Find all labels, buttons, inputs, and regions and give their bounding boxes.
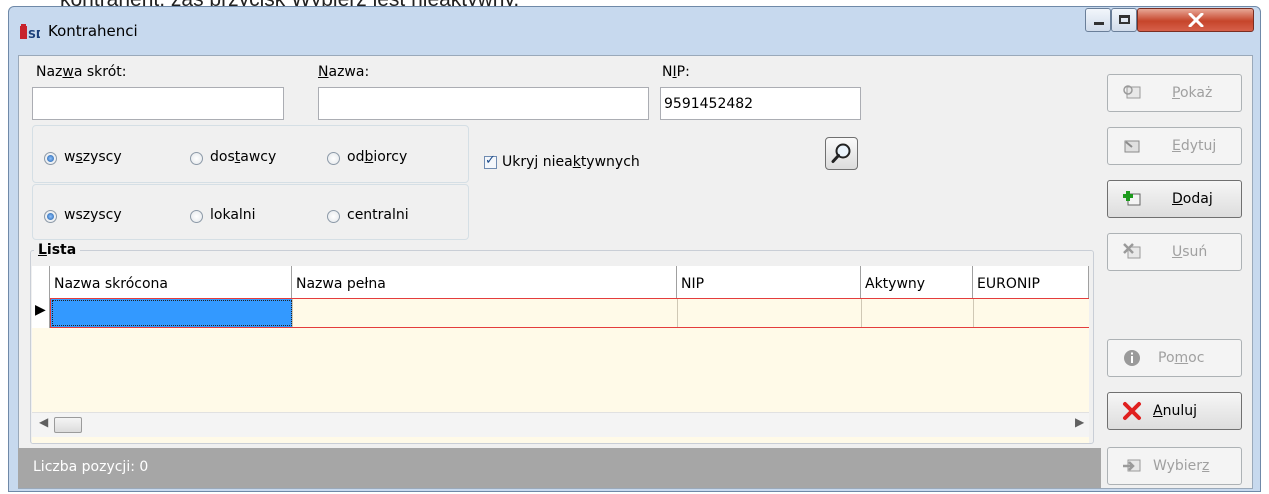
radio-type-suppliers[interactable]	[190, 152, 203, 165]
radio-scope-local[interactable]	[190, 210, 203, 223]
edytuj-button[interactable]: Edytuj	[1107, 127, 1242, 165]
column-header-nazwa-pelna[interactable]: Nazwa pełna	[292, 266, 677, 298]
pokaz-label: Pokaż	[1172, 85, 1213, 101]
delete-card-icon	[1123, 243, 1141, 259]
nazwa-input[interactable]	[318, 87, 649, 120]
window-title: Kontrahenci	[48, 22, 138, 40]
radio-type-all-label[interactable]: wszyscy	[64, 149, 122, 165]
table-cell-nazwa-pelna[interactable]	[293, 299, 678, 327]
column-header-aktywny[interactable]: Aktywny	[861, 266, 973, 298]
radio-scope-all-label[interactable]: wszyscy	[64, 207, 122, 223]
search-button[interactable]	[825, 137, 858, 170]
edit-card-icon	[1124, 140, 1140, 153]
close-icon	[1188, 13, 1204, 27]
dodaj-button[interactable]: Dodaj	[1107, 180, 1242, 218]
info-icon	[1124, 350, 1140, 366]
table-cell-euronip[interactable]	[974, 299, 1089, 327]
hide-inactive-checkbox[interactable]: ✓	[484, 153, 497, 169]
pomoc-button[interactable]: Pomoc	[1107, 339, 1242, 377]
lista-legend: Lista	[34, 242, 81, 258]
table-cell-nazwa-skrocona[interactable]	[51, 299, 293, 327]
app-logo-icon: SD	[20, 24, 40, 41]
radio-type-suppliers-label[interactable]: dostawcy	[210, 149, 276, 165]
add-card-icon	[1123, 191, 1141, 206]
anuluj-button[interactable]: Anuluj	[1107, 392, 1242, 430]
nazwa-skrot-label: Nazwa skrót:	[36, 64, 127, 80]
pomoc-label: Pomoc	[1158, 350, 1205, 366]
minimize-icon	[1094, 22, 1104, 25]
edytuj-label: Edytuj	[1172, 138, 1217, 154]
column-header-nazwa-skrocona[interactable]: Nazwa skrócona	[50, 266, 292, 298]
radio-type-recipients-label[interactable]: odbiorcy	[347, 149, 407, 165]
minimize-button[interactable]	[1085, 8, 1111, 32]
maximize-icon	[1119, 15, 1130, 24]
grid-header: Nazwa skrócona Nazwa pełna NIP Aktywny E…	[32, 266, 1089, 299]
row-indicator[interactable]: ▶	[32, 298, 50, 328]
usun-button[interactable]: Usuń	[1107, 233, 1242, 271]
magnifier-icon	[831, 143, 851, 163]
nip-label: NIP:	[662, 64, 690, 80]
anuluj-label: Anuluj	[1153, 403, 1197, 419]
table-cell-aktywny[interactable]	[862, 299, 974, 327]
show-card-icon	[1123, 85, 1141, 99]
table-cell-nip[interactable]	[678, 299, 862, 327]
horizontal-scrollbar[interactable]: ◀ ▶	[32, 412, 1089, 437]
scroll-left-icon[interactable]: ◀	[39, 415, 48, 429]
nazwa-label: Nazwa:	[318, 64, 370, 80]
wybierz-label: Wybierz	[1153, 458, 1210, 474]
dodaj-label: Dodaj	[1172, 191, 1213, 207]
close-button[interactable]	[1137, 8, 1254, 32]
cancel-x-icon	[1123, 402, 1141, 420]
table-row[interactable]	[50, 298, 1089, 328]
wybierz-button[interactable]: Wybierz	[1107, 447, 1242, 485]
current-row-arrow-icon: ▶	[35, 302, 46, 318]
checkmark-icon: ✓	[485, 153, 496, 168]
usun-label: Usuń	[1172, 244, 1208, 260]
column-header-nip[interactable]: NIP	[677, 266, 861, 298]
grid-corner-cell	[32, 266, 50, 298]
radio-scope-central[interactable]	[327, 210, 340, 223]
hide-inactive-label[interactable]: Ukryj nieaktywnych	[502, 154, 640, 170]
status-bar: Liczba pozycji: 0	[18, 448, 1101, 488]
scrollbar-thumb[interactable]	[54, 417, 82, 433]
radio-type-recipients[interactable]	[327, 152, 340, 165]
scroll-right-icon[interactable]: ▶	[1075, 415, 1084, 429]
radio-scope-central-label[interactable]: centralni	[347, 207, 409, 223]
column-header-euronip[interactable]: EURONIP	[973, 266, 1089, 298]
radio-scope-all[interactable]	[44, 210, 57, 223]
svg-text:SD: SD	[28, 28, 40, 41]
radio-scope-local-label[interactable]: lokalni	[210, 207, 256, 223]
nazwa-skrot-input[interactable]	[32, 87, 284, 120]
select-card-icon	[1123, 459, 1141, 472]
nip-input-value: 9591452482	[664, 96, 754, 112]
maximize-button[interactable]	[1111, 8, 1137, 32]
item-count-text: Liczba pozycji: 0	[33, 459, 149, 475]
radio-type-all[interactable]	[44, 152, 57, 165]
pokaz-button[interactable]: Pokaż	[1107, 74, 1242, 112]
